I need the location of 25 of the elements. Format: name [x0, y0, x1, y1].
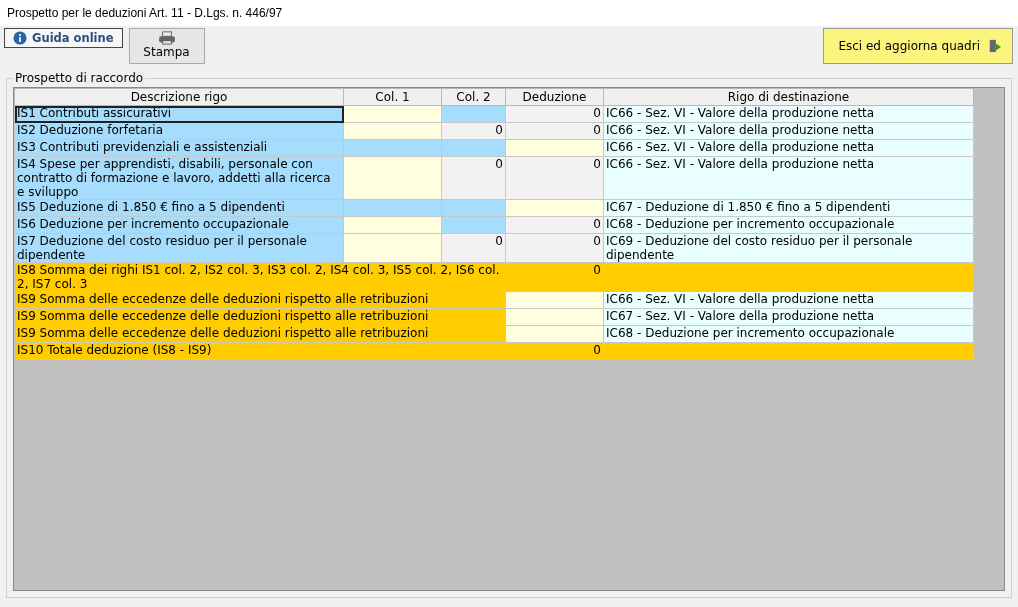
total-cell: 0	[505, 262, 604, 292]
input-field[interactable]	[343, 156, 442, 200]
exit-button[interactable]: Esci ed aggiorna quadri	[823, 28, 1013, 64]
table-cell: IS4 Spese per apprendisti, disabili, personale con contratto di formazione e lavoro, addetti alla ricerca e sviluppo	[14, 156, 344, 200]
table-cell: 0	[505, 233, 604, 263]
table-cell: 0	[441, 233, 506, 263]
table-cell: 0	[441, 156, 506, 200]
door-exit-icon	[988, 38, 1002, 54]
column-header: Rigo di destinazione	[603, 88, 974, 106]
info-icon	[13, 31, 27, 45]
table-cell: IS8 Somma dei righi IS1 col. 2, IS2 col. 3, IS3 col. 2, IS4 col. 3, IS5 col. 2, IS6 col. 2, IS7 col. 3	[14, 262, 506, 292]
column-header: Deduzione	[505, 88, 604, 106]
column-header: Descrizione rigo	[14, 88, 344, 106]
table-cell: IC66 - Sez. VI - Valore della produzione netta	[603, 156, 974, 200]
panel-title: Prospetto di raccordo	[14, 71, 145, 85]
print-button[interactable]: Stampa	[128, 28, 205, 64]
table-cell: IC69 - Deduzione del costo residuo per il personale dipendente	[603, 233, 974, 263]
table-cell: 0	[505, 156, 604, 200]
column-header: Col. 1	[343, 88, 442, 106]
window-title: Prospetto per le deduzioni Art. 11 - D.Lgs. n. 446/97	[7, 6, 283, 20]
printer-icon	[157, 31, 176, 45]
input-field[interactable]	[343, 233, 442, 263]
column-header: Col. 2	[441, 88, 506, 106]
table-cell: IS7 Deduzione del costo residuo per il personale dipendente	[14, 233, 344, 263]
help-button[interactable]: Guida online	[4, 28, 123, 48]
